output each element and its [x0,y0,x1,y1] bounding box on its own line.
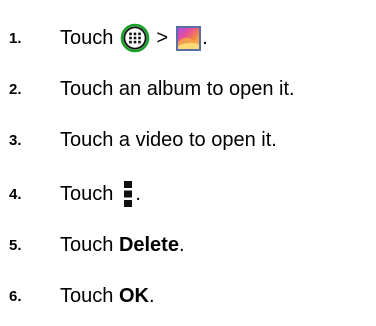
step-text-after: . [148,284,155,307]
menu-icon [122,180,134,208]
step-text-after: . [178,233,185,256]
step-text-after: . [135,182,141,205]
step-text: Touch a video to open it. [60,128,277,151]
step-text: Touch . [60,180,141,208]
step-text: Touch OK . [60,285,155,308]
step-text: Touch an album to open it. [60,77,295,100]
step-text-before: Touch [60,233,119,256]
step-text-before: Touch [60,26,114,49]
step-number: 6. [9,287,22,305]
step-number: 4. [9,185,22,203]
step-number: 3. [9,131,22,149]
delete-label: Delete [118,233,179,256]
step-separator: > [156,26,169,49]
step-text-after: . [202,26,208,49]
step-number: 2. [9,80,22,98]
instruction-steps: 1. Touch > . 2. Touch an album to open i… [0,0,376,326]
gallery-icon [175,25,202,52]
step-number: 1. [9,29,22,47]
step-text: Touch > . [60,23,208,53]
step-text-before: Touch [60,284,119,307]
step-text-before: Touch [60,182,114,205]
step-number: 5. [9,236,22,254]
step-text: Touch Delete . [60,234,185,257]
ok-label: OK [118,284,149,307]
apps-icon [120,23,150,53]
